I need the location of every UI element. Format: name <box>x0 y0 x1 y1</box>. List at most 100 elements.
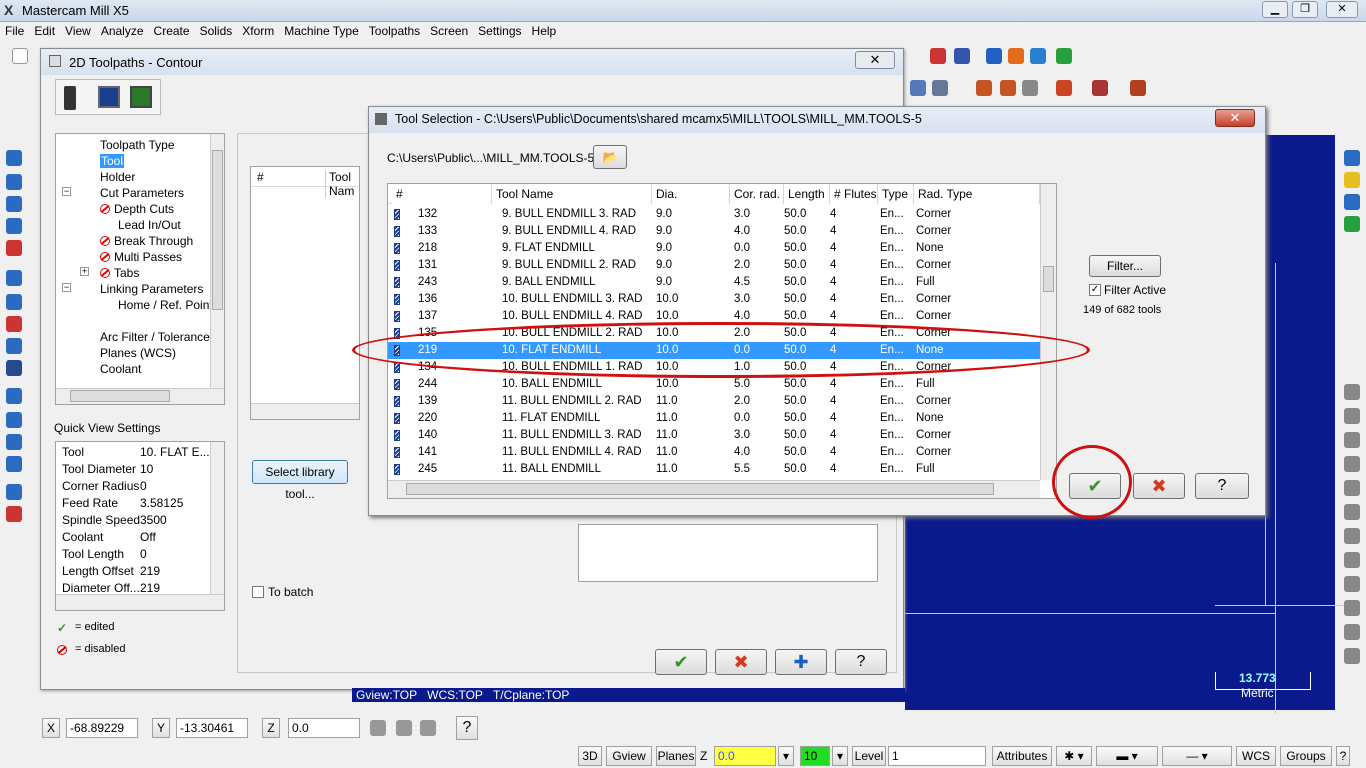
tool-icon[interactable] <box>64 86 76 110</box>
tree-item[interactable]: Holder <box>100 170 135 184</box>
qv-vscrollbar[interactable] <box>210 442 224 594</box>
menu-solids[interactable]: Solids <box>195 22 238 40</box>
curve-icon[interactable] <box>1344 480 1360 496</box>
column-header[interactable]: # <box>392 184 492 204</box>
edit-icon[interactable] <box>1344 624 1360 640</box>
contour-ok-button[interactable]: ✔ <box>655 649 707 675</box>
tree-item[interactable]: Lead In/Out <box>118 218 181 232</box>
menu-edit[interactable]: Edit <box>29 22 60 40</box>
point-icon[interactable] <box>6 150 22 166</box>
tool-selection-cancel-button[interactable]: ✖ <box>1133 473 1185 499</box>
snap-settings-icon[interactable] <box>420 720 436 736</box>
tree-vscroll-thumb[interactable] <box>212 150 223 310</box>
tree-item[interactable]: − Linking Parameters <box>62 282 203 296</box>
plane-icon[interactable] <box>1344 216 1360 232</box>
table-row[interactable]: 139 11. BULL ENDMILL 2. RAD 11.0 2.0 50.0 4 En… <box>388 393 1040 410</box>
distance-icon[interactable] <box>1344 408 1360 424</box>
3d-button[interactable]: 3D <box>578 746 602 766</box>
minimize-button[interactable]: ▁ <box>1262 1 1288 18</box>
table-row[interactable]: 141 11. BULL ENDMILL 4. RAD 11.0 4.0 50.0 4 En… <box>388 444 1040 461</box>
snap-icon[interactable] <box>1344 150 1360 166</box>
select-library-tool-button[interactable]: Select library tool... <box>252 460 348 501</box>
close-button[interactable]: ✕ <box>1326 1 1358 18</box>
layer-icon[interactable] <box>6 338 22 354</box>
attributes-button[interactable]: Attributes <box>992 746 1052 766</box>
tree-item[interactable]: Coolant <box>100 362 141 376</box>
view-icon[interactable] <box>6 506 22 522</box>
autocursor-icon[interactable] <box>370 720 386 736</box>
shape-icon[interactable] <box>1344 552 1360 568</box>
table-row[interactable]: 244 10. BALL ENDMILL 10.0 5.0 50.0 4 En... Full <box>388 376 1040 393</box>
tree-item[interactable]: Break Through <box>100 234 193 248</box>
contour-help-button[interactable]: ? <box>835 649 887 675</box>
tool-grid-hscroll-thumb[interactable] <box>406 483 994 495</box>
z-depth-dropdown[interactable]: ▾ <box>778 746 794 766</box>
origin-icon[interactable] <box>1344 194 1360 210</box>
tree-item[interactable]: Depth Cuts <box>100 202 174 216</box>
layers-icon[interactable] <box>1344 576 1360 592</box>
tree-item[interactable]: − Cut Parameters <box>62 186 184 200</box>
filter-active-checkbox[interactable]: ✓ <box>1089 284 1101 296</box>
surface-icon[interactable] <box>1008 48 1024 64</box>
table-row[interactable]: 243 9. BALL ENDMILL 9.0 4.5 50.0 4 En... Full <box>388 274 1040 291</box>
color-dropdown[interactable]: ▾ <box>832 746 848 766</box>
dimension-icon[interactable] <box>986 48 1002 64</box>
backplot-icon[interactable] <box>1056 80 1072 96</box>
sum-icon[interactable] <box>1030 48 1046 64</box>
column-header[interactable]: Tool Name <box>492 184 652 204</box>
tree-item[interactable]: Multi Passes <box>100 250 182 264</box>
tree-item[interactable]: Toolpath Type <box>100 138 175 152</box>
flip-icon[interactable] <box>1344 528 1360 544</box>
table-row[interactable]: 131 9. BULL ENDMILL 2. RAD 9.0 2.0 50.0 4 En..… <box>388 257 1040 274</box>
light-icon[interactable] <box>1344 172 1360 188</box>
line-style-dropdown[interactable]: ▬ ▾ <box>1096 746 1158 766</box>
tree-expander-icon[interactable]: − <box>62 187 71 196</box>
contour-apply-button[interactable]: ✚ <box>775 649 827 675</box>
color-field[interactable]: 10 <box>800 746 830 766</box>
y-coordinate-field[interactable]: -13.30461 <box>176 718 248 738</box>
solid-icon[interactable] <box>932 80 948 96</box>
tool-list-col-name[interactable]: Tool Nam <box>325 170 359 198</box>
line-icon[interactable] <box>6 174 22 190</box>
new-file-icon[interactable] <box>12 48 28 64</box>
contour-close-button[interactable]: ✕ <box>855 51 895 69</box>
toolpath-icon[interactable] <box>954 48 970 64</box>
table-row[interactable]: 136 10. BULL ENDMILL 3. RAD 10.0 3.0 50.0 4 En… <box>388 291 1040 308</box>
table-row[interactable]: 132 9. BULL ENDMILL 3. RAD 9.0 3.0 50.0 4 En..… <box>388 206 1040 223</box>
fillet-icon[interactable] <box>6 218 22 234</box>
menu-screen[interactable]: Screen <box>425 22 473 40</box>
planes-button[interactable]: Planes <box>656 746 696 766</box>
tool-list-hscrollbar[interactable] <box>251 403 359 419</box>
contour-cancel-button[interactable]: ✖ <box>715 649 767 675</box>
menu-settings[interactable]: Settings <box>473 22 526 40</box>
chain-icon[interactable] <box>910 80 926 96</box>
wcs-button[interactable]: WCS <box>1236 746 1276 766</box>
tree-item[interactable]: Planes (WCS) <box>100 346 176 360</box>
mirror-icon[interactable] <box>6 388 22 404</box>
stock-icon[interactable] <box>1000 80 1016 96</box>
arc-icon[interactable] <box>6 196 22 212</box>
table-row[interactable]: 133 9. BULL ENDMILL 4. RAD 9.0 4.0 50.0 4 En..… <box>388 223 1040 240</box>
fast-point-icon[interactable] <box>396 720 412 736</box>
post-icon[interactable] <box>1130 80 1146 96</box>
filter-button[interactable]: Filter... <box>1089 255 1161 277</box>
comment-textarea[interactable] <box>578 524 878 582</box>
transform-icon[interactable] <box>1056 48 1072 64</box>
wireframe-icon[interactable] <box>1022 80 1038 96</box>
open-library-button[interactable]: 📂 <box>593 145 627 169</box>
machine-icon[interactable] <box>976 80 992 96</box>
menu-machine-type[interactable]: Machine Type <box>279 22 364 40</box>
analyze-icon[interactable] <box>930 48 946 64</box>
level-button[interactable]: Level <box>852 746 886 766</box>
column-header[interactable]: Dia. <box>652 184 730 204</box>
surface-tool-icon[interactable] <box>1344 504 1360 520</box>
maximize-button[interactable]: ❐ <box>1292 1 1318 18</box>
circle-icon[interactable] <box>1344 456 1360 472</box>
z-coordinate-field[interactable]: 0.0 <box>288 718 360 738</box>
menu-create[interactable]: Create <box>149 22 195 40</box>
rectangle-icon[interactable] <box>6 240 22 256</box>
tree-item[interactable]: Tool <box>100 154 125 168</box>
group-icon[interactable] <box>1344 648 1360 664</box>
xform-icon[interactable] <box>6 360 22 376</box>
x-coordinate-field[interactable]: -68.89229 <box>66 718 138 738</box>
